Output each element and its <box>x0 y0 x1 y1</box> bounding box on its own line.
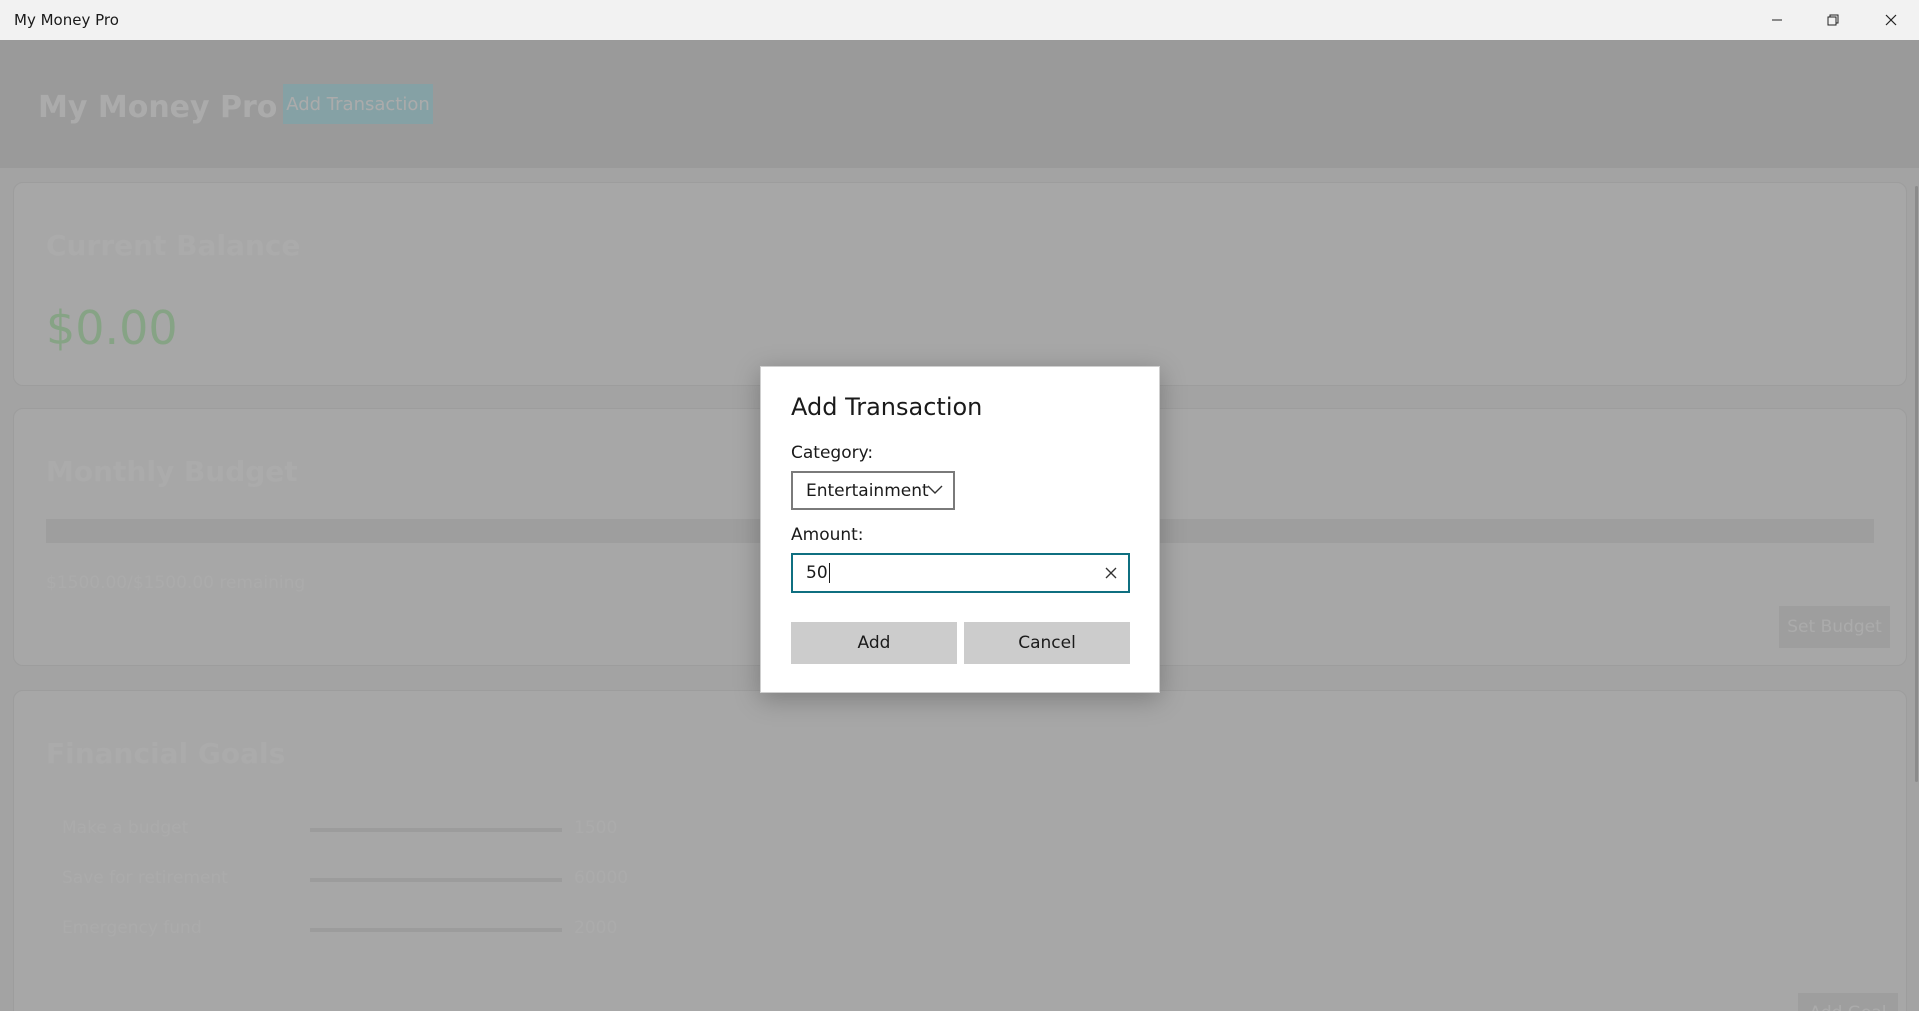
dialog-title: Add Transaction <box>791 393 983 421</box>
restore-icon <box>1827 14 1839 26</box>
close-button[interactable] <box>1863 0 1919 40</box>
cancel-button[interactable]: Cancel <box>964 622 1130 664</box>
title-bar: My Money Pro <box>0 0 1919 40</box>
minimize-button[interactable] <box>1749 0 1805 40</box>
amount-input[interactable]: 50 <box>791 553 1130 593</box>
window-title: My Money Pro <box>14 11 119 29</box>
restore-button[interactable] <box>1805 0 1861 40</box>
amount-label: Amount: <box>791 525 864 545</box>
category-selected-value: Entertainment <box>806 480 929 501</box>
category-label: Category: <box>791 443 874 463</box>
category-dropdown[interactable]: Entertainment <box>791 471 955 510</box>
clear-icon[interactable] <box>1104 566 1118 580</box>
amount-value: 50 <box>806 563 828 583</box>
text-caret <box>828 563 830 583</box>
close-icon <box>1885 14 1897 26</box>
minimize-icon <box>1772 19 1782 21</box>
add-button[interactable]: Add <box>791 622 957 664</box>
add-transaction-dialog: Add Transaction Category: Entertainment … <box>760 366 1160 693</box>
chevron-down-icon <box>927 485 943 494</box>
